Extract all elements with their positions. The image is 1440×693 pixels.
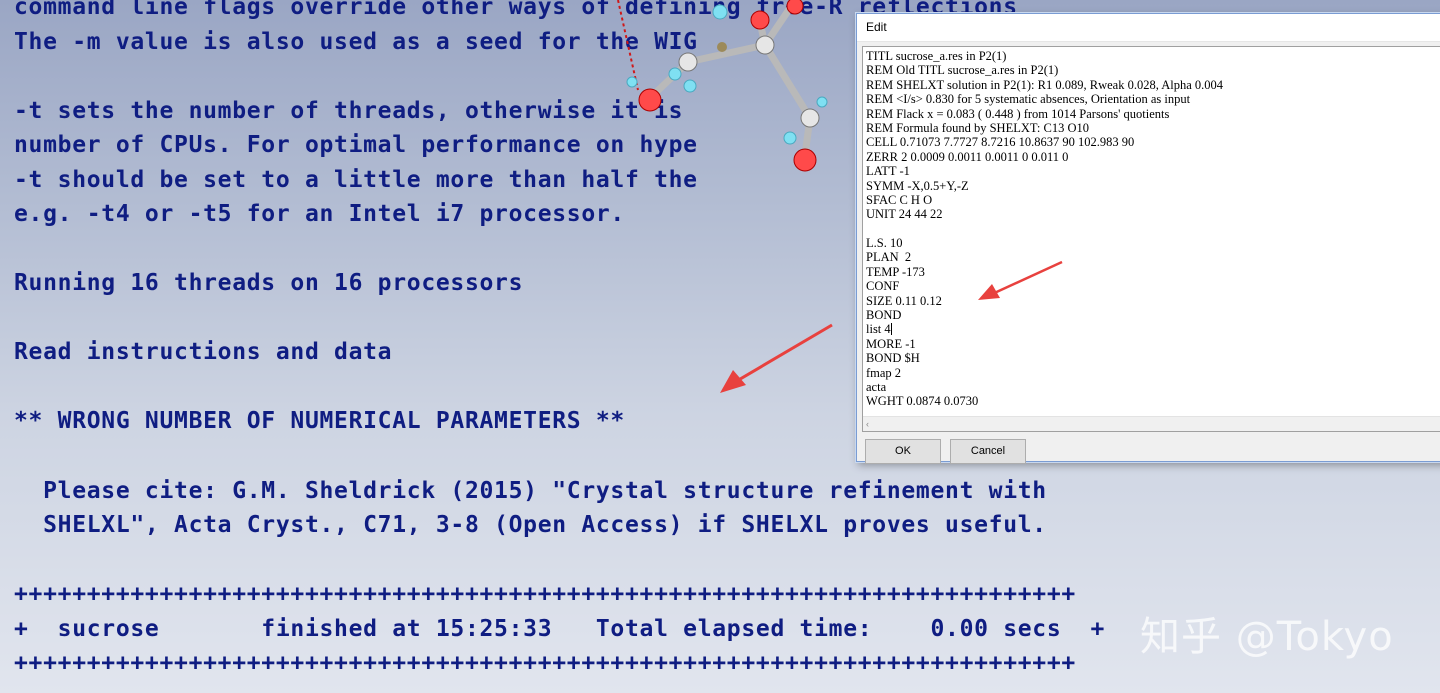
editor-line: CELL 0.71073 7.7727 8.7216 10.8637 90 10… <box>866 135 1135 150</box>
edit-dialog: Edit TITL sucrose_a.res in P2(1) REM Old… <box>856 13 1440 464</box>
editor-line: TEMP -173 <box>866 264 925 279</box>
ok-button[interactable]: OK <box>865 439 941 464</box>
editor-line: MORE -1 <box>866 336 916 351</box>
editor-line: REM Old TITL sucrose_a.res in P2(1) <box>866 63 1059 78</box>
horizontal-scrollbar[interactable]: ‹ <box>863 416 1440 431</box>
instruction-editor[interactable]: TITL sucrose_a.res in P2(1) REM Old TITL… <box>862 46 1440 432</box>
editor-text[interactable]: TITL sucrose_a.res in P2(1) REM Old TITL… <box>866 49 1223 409</box>
dialog-title: Edit <box>857 14 1440 42</box>
cancel-button[interactable]: Cancel <box>950 439 1026 464</box>
error-message: ** WRONG NUMBER OF NUMERICAL PARAMETERS … <box>14 408 625 434</box>
editor-line-current: list 4 <box>866 322 1223 336</box>
editor-line: REM <I/s> 0.830 for 5 systematic absence… <box>866 92 1191 107</box>
editor-line: LATT -1 <box>866 164 910 179</box>
editor-line: REM Flack x = 0.083 ( 0.448 ) from 1014 … <box>866 106 1170 121</box>
console-line: Running 16 threads on 16 processors <box>14 270 524 296</box>
console-line: e.g. -t4 or -t5 for an Intel i7 processo… <box>14 201 625 227</box>
editor-line: ZERR 2 0.0009 0.0011 0.0011 0 0.011 0 <box>866 149 1069 164</box>
separator-line: ++++++++++++++++++++++++++++++++++++++++… <box>14 581 1076 607</box>
editor-line: SFAC C H O <box>866 192 933 207</box>
citation-line: SHELXL", Acta Cryst., C71, 3-8 (Open Acc… <box>14 512 1047 538</box>
editor-line: CONF <box>866 279 900 294</box>
editor-line: REM Formula found by SHELXT: C13 O10 <box>866 120 1089 135</box>
editor-line-current-text: list 4 <box>866 322 891 337</box>
watermark-text: 知乎 @Tokyo <box>1140 614 1394 660</box>
separator-line: ++++++++++++++++++++++++++++++++++++++++… <box>14 650 1076 676</box>
text-caret <box>890 323 892 336</box>
editor-line: REM SHELXT solution in P2(1): R1 0.089, … <box>866 77 1224 92</box>
editor-line: WGHT 0.0874 0.0730 <box>866 394 979 409</box>
editor-line: BOND <box>866 308 902 323</box>
scroll-left-icon[interactable]: ‹ <box>863 419 869 429</box>
editor-line: PLAN 2 <box>866 250 912 265</box>
editor-line: L.S. 10 <box>866 236 903 251</box>
status-line: + sucrose finished at 15:25:33 Total ela… <box>14 616 1106 642</box>
editor-line: TITL sucrose_a.res in P2(1) <box>866 49 1007 63</box>
editor-line: fmap 2 <box>866 365 902 380</box>
molecule-structure-image <box>617 0 828 172</box>
citation-line: Please cite: G.M. Sheldrick (2015) "Crys… <box>14 478 1047 504</box>
editor-line: BOND $H <box>866 351 920 366</box>
editor-line: acta <box>866 379 887 394</box>
editor-line-size: SIZE 0.11 0.12 <box>866 293 942 308</box>
editor-line: SYMM -X,0.5+Y,-Z <box>866 178 969 193</box>
editor-line: UNIT 24 44 22 <box>866 207 943 222</box>
console-line: Read instructions and data <box>14 339 393 365</box>
